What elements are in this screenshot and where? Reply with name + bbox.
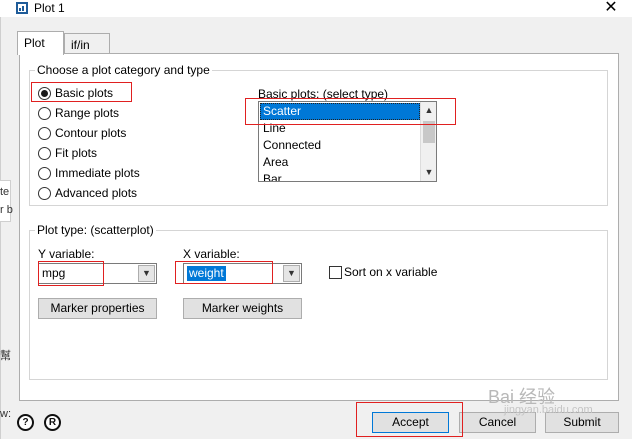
chevron-down-icon[interactable]: ▼: [138, 265, 155, 282]
radio-label: Immediate plots: [55, 166, 140, 180]
basic-plots-label: Basic plots: (select type): [258, 87, 389, 101]
list-item-bar[interactable]: Bar: [260, 171, 420, 181]
title-bar: [0, 0, 632, 17]
radio-range-plots[interactable]: Range plots: [38, 104, 119, 122]
tab-if-in[interactable]: if/in: [64, 33, 110, 55]
radio-immediate-plots[interactable]: Immediate plots: [38, 164, 140, 182]
x-variable-label: X variable:: [183, 247, 240, 261]
radio-fit-plots[interactable]: Fit plots: [38, 144, 97, 162]
plot-type-group-label: Plot type: (scatterplot): [35, 223, 156, 237]
list-item-area[interactable]: Area: [260, 154, 420, 171]
radio-indicator[interactable]: [38, 106, 51, 120]
radio-advanced-plots[interactable]: Advanced plots: [38, 184, 137, 202]
radio-label: Basic plots: [55, 86, 114, 100]
list-item-connected[interactable]: Connected: [260, 137, 420, 154]
listbox-scrollbar[interactable]: ▲ ▼: [420, 102, 436, 181]
background-text: te: [0, 186, 10, 198]
sort-on-x-checkbox[interactable]: [329, 266, 342, 279]
y-variable-label: Y variable:: [38, 247, 95, 261]
list-item-scatter[interactable]: Scatter: [260, 103, 420, 120]
radio-indicator[interactable]: [38, 126, 51, 140]
radio-indicator[interactable]: [38, 86, 51, 100]
radio-indicator[interactable]: [38, 166, 51, 180]
y-variable-combo[interactable]: mpg ▼: [38, 263, 157, 284]
reset-icon[interactable]: R: [44, 414, 61, 431]
x-variable-value[interactable]: weight: [187, 266, 226, 281]
scroll-up-icon[interactable]: ▲: [421, 102, 436, 119]
basic-plots-listbox[interactable]: Scatter Line Connected Area Bar ▲ ▼: [258, 101, 437, 182]
tab-plot[interactable]: Plot: [17, 31, 64, 55]
x-variable-combo[interactable]: weight ▼: [183, 263, 302, 284]
radio-label: Fit plots: [55, 146, 98, 160]
marker-weights-button[interactable]: Marker weights: [183, 298, 302, 319]
radio-indicator[interactable]: [38, 186, 51, 200]
sort-on-x-label: Sort on x variable: [344, 265, 438, 279]
y-variable-value[interactable]: mpg: [42, 266, 65, 281]
window-title: Plot 1: [34, 1, 65, 15]
background-text: w:: [0, 408, 11, 420]
background-text: 幫: [0, 350, 11, 362]
background-text: r b: [0, 204, 13, 216]
radio-contour-plots[interactable]: Contour plots: [38, 124, 126, 142]
scroll-down-icon[interactable]: ▼: [421, 164, 436, 181]
radio-label: Advanced plots: [55, 186, 138, 200]
chevron-down-icon[interactable]: ▼: [283, 265, 300, 282]
scroll-thumb[interactable]: [423, 121, 435, 143]
stata-app-icon: [16, 2, 28, 14]
radio-label: Range plots: [55, 106, 120, 120]
marker-properties-button[interactable]: Marker properties: [38, 298, 157, 319]
watermark-url: jingyan.baidu.com: [504, 404, 593, 416]
radio-label: Contour plots: [55, 126, 127, 140]
radio-indicator[interactable]: [38, 146, 51, 160]
list-item-line[interactable]: Line: [260, 120, 420, 137]
plot-category-group-label: Choose a plot category and type: [35, 63, 212, 77]
radio-basic-plots[interactable]: Basic plots: [38, 84, 113, 102]
close-icon[interactable]: ✕: [601, 0, 621, 17]
accept-button[interactable]: Accept: [372, 412, 449, 433]
help-icon[interactable]: ?: [17, 414, 34, 431]
